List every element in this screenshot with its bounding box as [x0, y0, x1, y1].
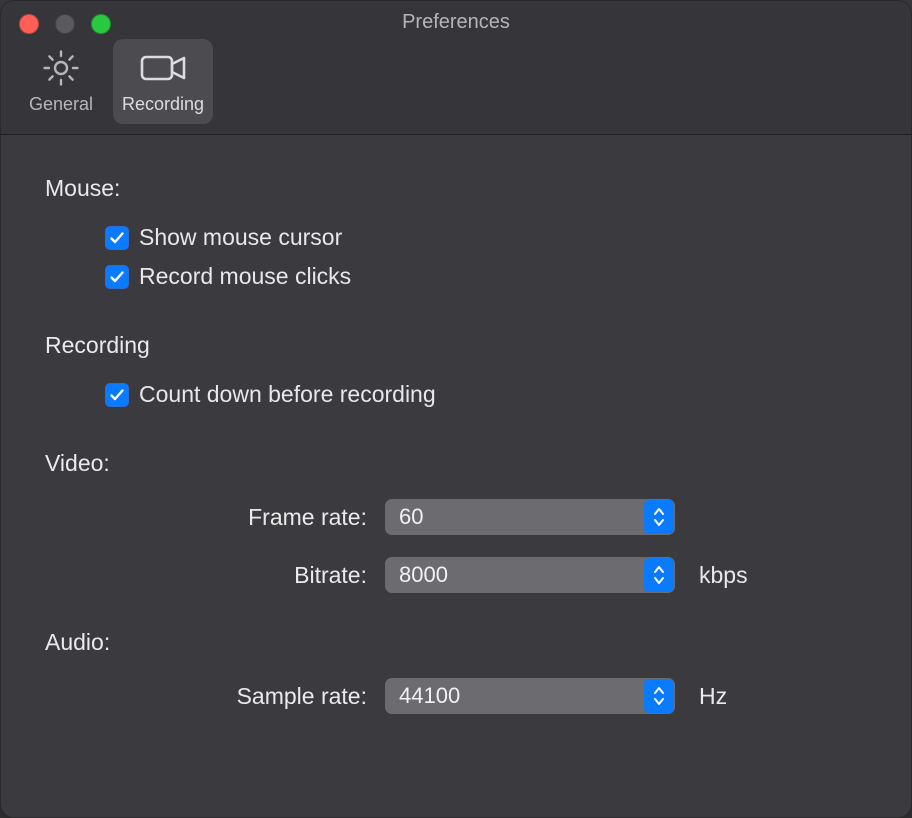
section-mouse-title: Mouse: — [45, 175, 867, 202]
check-icon — [109, 269, 125, 285]
show-mouse-cursor-label: Show mouse cursor — [139, 224, 342, 251]
bitrate-row: Bitrate: 8000 kbps — [45, 557, 867, 593]
minimize-window-button[interactable] — [55, 14, 75, 34]
record-mouse-clicks-row: Record mouse clicks — [45, 257, 867, 296]
window-controls — [19, 14, 111, 34]
stepper-arrows-icon — [644, 679, 674, 713]
zoom-window-button[interactable] — [91, 14, 111, 34]
sample-rate-label: Sample rate: — [45, 683, 385, 710]
bitrate-value: 8000 — [399, 562, 448, 588]
section-recording-title: Recording — [45, 332, 867, 359]
check-icon — [109, 230, 125, 246]
preferences-window: Preferences General — [0, 0, 912, 818]
tab-general-label: General — [29, 94, 93, 115]
stepper-arrows-icon — [644, 500, 674, 534]
frame-rate-select[interactable]: 60 — [385, 499, 675, 535]
frame-rate-label: Frame rate: — [45, 504, 385, 531]
countdown-checkbox[interactable] — [105, 383, 129, 407]
tab-recording[interactable]: Recording — [113, 39, 213, 124]
tabbar: General Recording — [1, 25, 911, 134]
bitrate-unit: kbps — [699, 562, 748, 589]
camera-icon — [137, 48, 189, 88]
section-video-title: Video: — [45, 450, 867, 477]
sample-rate-unit: Hz — [699, 683, 727, 710]
bitrate-select[interactable]: 8000 — [385, 557, 675, 593]
frame-rate-value: 60 — [399, 504, 423, 530]
tab-general[interactable]: General — [11, 39, 111, 124]
tab-recording-label: Recording — [122, 94, 204, 115]
sample-rate-row: Sample rate: 44100 Hz — [45, 678, 867, 714]
countdown-label: Count down before recording — [139, 381, 436, 408]
window-header: Preferences General — [1, 1, 911, 135]
sample-rate-select[interactable]: 44100 — [385, 678, 675, 714]
close-window-button[interactable] — [19, 14, 39, 34]
sample-rate-value: 44100 — [399, 683, 460, 709]
show-mouse-cursor-checkbox[interactable] — [105, 226, 129, 250]
stepper-arrows-icon — [644, 558, 674, 592]
check-icon — [109, 387, 125, 403]
bitrate-label: Bitrate: — [45, 562, 385, 589]
show-mouse-cursor-row: Show mouse cursor — [45, 218, 867, 257]
record-mouse-clicks-label: Record mouse clicks — [139, 263, 351, 290]
countdown-row: Count down before recording — [45, 375, 867, 414]
frame-rate-row: Frame rate: 60 — [45, 499, 867, 535]
section-audio-title: Audio: — [45, 629, 867, 656]
record-mouse-clicks-checkbox[interactable] — [105, 265, 129, 289]
titlebar: Preferences — [1, 1, 911, 25]
preferences-content: Mouse: Show mouse cursor Record mouse cl… — [1, 135, 911, 817]
gear-icon — [41, 48, 81, 88]
